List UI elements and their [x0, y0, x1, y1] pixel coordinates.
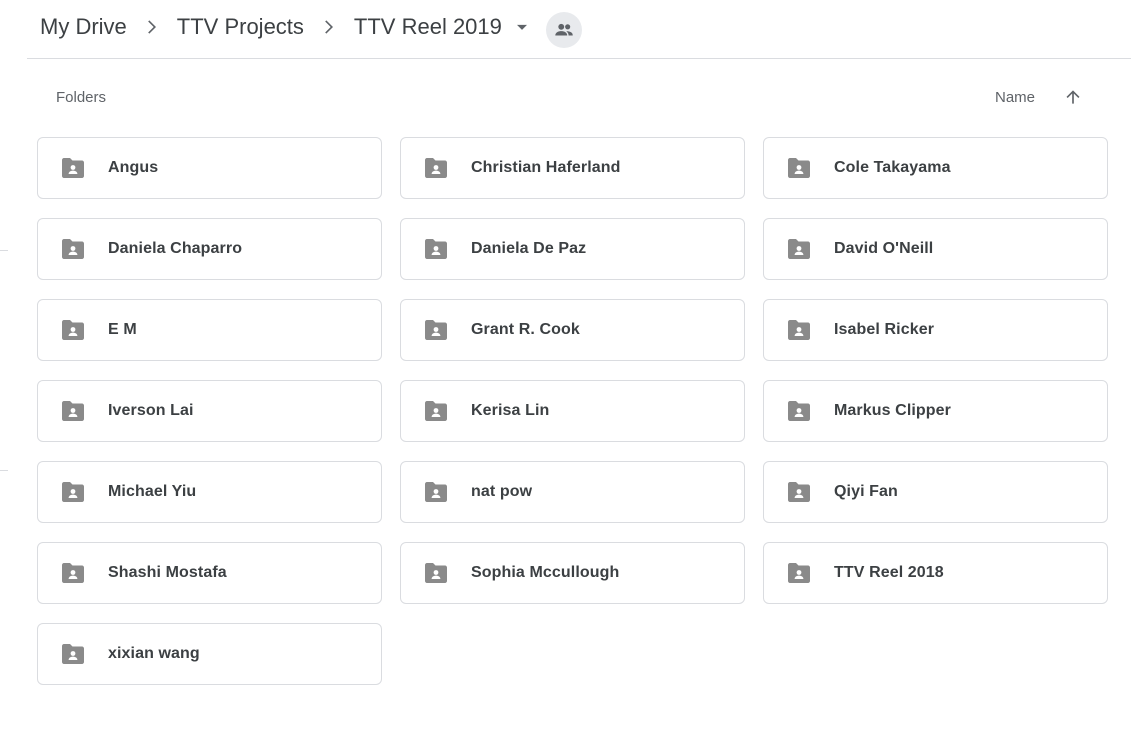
folder-name: David O'Neill	[834, 240, 934, 257]
shared-folder-icon	[60, 400, 86, 422]
breadcrumb-header: My Drive TTV Projects TTV Reel 2019	[27, 0, 1131, 59]
shared-folder-icon	[60, 157, 86, 179]
folder-item[interactable]: Kerisa Lin	[400, 380, 745, 442]
folder-item[interactable]: Daniela De Paz	[400, 218, 745, 280]
folder-name: TTV Reel 2018	[834, 564, 944, 581]
folder-item[interactable]: Cole Takayama	[763, 137, 1108, 199]
shared-folder-icon	[786, 238, 812, 260]
folder-item[interactable]: Christian Haferland	[400, 137, 745, 199]
folder-name: Kerisa Lin	[471, 402, 550, 419]
folder-item[interactable]: Shashi Mostafa	[37, 542, 382, 604]
arrow-up-icon[interactable]	[1059, 83, 1087, 111]
folder-name: Angus	[108, 159, 159, 176]
shared-folder-icon	[60, 238, 86, 260]
shared-folder-icon	[60, 562, 86, 584]
folder-name: Michael Yiu	[108, 483, 197, 500]
folder-name: Daniela Chaparro	[108, 240, 243, 257]
shared-folder-icon	[423, 481, 449, 503]
folder-name: Isabel Ricker	[834, 321, 935, 338]
folder-item[interactable]: nat pow	[400, 461, 745, 523]
chevron-right-icon	[139, 15, 163, 39]
shared-folder-icon	[786, 400, 812, 422]
caret-down-icon[interactable]	[510, 15, 534, 39]
shared-folder-icon	[786, 481, 812, 503]
shared-folder-icon	[786, 562, 812, 584]
breadcrumb-item-ttv-projects[interactable]: TTV Projects	[177, 16, 304, 38]
folder-name: nat pow	[471, 483, 533, 500]
folder-grid: Angus Christian Haferland Cole Takayama	[37, 137, 1108, 685]
shared-folder-icon	[60, 481, 86, 503]
shared-folder-icon	[423, 238, 449, 260]
folder-item[interactable]: xixian wang	[37, 623, 382, 685]
sort-by-name-button[interactable]: Name	[995, 89, 1035, 106]
shared-folder-icon	[423, 157, 449, 179]
folder-item[interactable]: Markus Clipper	[763, 380, 1108, 442]
folder-name: Sophia Mccullough	[471, 564, 620, 581]
folder-item[interactable]: Isabel Ricker	[763, 299, 1108, 361]
folder-item[interactable]: Grant R. Cook	[400, 299, 745, 361]
breadcrumb-item-my-drive[interactable]: My Drive	[40, 16, 127, 38]
folder-item[interactable]: E M	[37, 299, 382, 361]
breadcrumb-item-current[interactable]: TTV Reel 2019	[354, 16, 502, 38]
breadcrumb: My Drive TTV Projects TTV Reel 2019	[40, 0, 582, 58]
folder-item[interactable]: TTV Reel 2018	[763, 542, 1108, 604]
folder-name: E M	[108, 321, 137, 338]
folder-name: Iverson Lai	[108, 402, 194, 419]
folder-item[interactable]: David O'Neill	[763, 218, 1108, 280]
edge-divider	[0, 470, 8, 471]
shared-people-icon[interactable]	[545, 12, 582, 48]
folder-name: Cole Takayama	[834, 159, 951, 176]
chevron-right-icon	[316, 15, 340, 39]
drive-folder-view: My Drive TTV Projects TTV Reel 2019 Fold…	[0, 0, 1131, 729]
folder-item[interactable]: Daniela Chaparro	[37, 218, 382, 280]
folder-name: Qiyi Fan	[834, 483, 898, 500]
folder-name: Christian Haferland	[471, 159, 621, 176]
shared-folder-icon	[60, 319, 86, 341]
section-label-folders: Folders	[56, 89, 107, 106]
folder-name: Daniela De Paz	[471, 240, 587, 257]
folder-item[interactable]: Angus	[37, 137, 382, 199]
edge-divider	[0, 250, 8, 251]
folder-item[interactable]: Qiyi Fan	[763, 461, 1108, 523]
folder-name: xixian wang	[108, 645, 200, 662]
folder-name: Grant R. Cook	[471, 321, 580, 338]
shared-folder-icon	[423, 562, 449, 584]
shared-folder-icon	[423, 319, 449, 341]
folder-name: Markus Clipper	[834, 402, 951, 419]
shared-folder-icon	[786, 157, 812, 179]
folder-item[interactable]: Iverson Lai	[37, 380, 382, 442]
folder-item[interactable]: Michael Yiu	[37, 461, 382, 523]
shared-folder-icon	[60, 643, 86, 665]
folder-name: Shashi Mostafa	[108, 564, 227, 581]
folder-item[interactable]: Sophia Mccullough	[400, 542, 745, 604]
shared-folder-icon	[423, 400, 449, 422]
shared-folder-icon	[786, 319, 812, 341]
